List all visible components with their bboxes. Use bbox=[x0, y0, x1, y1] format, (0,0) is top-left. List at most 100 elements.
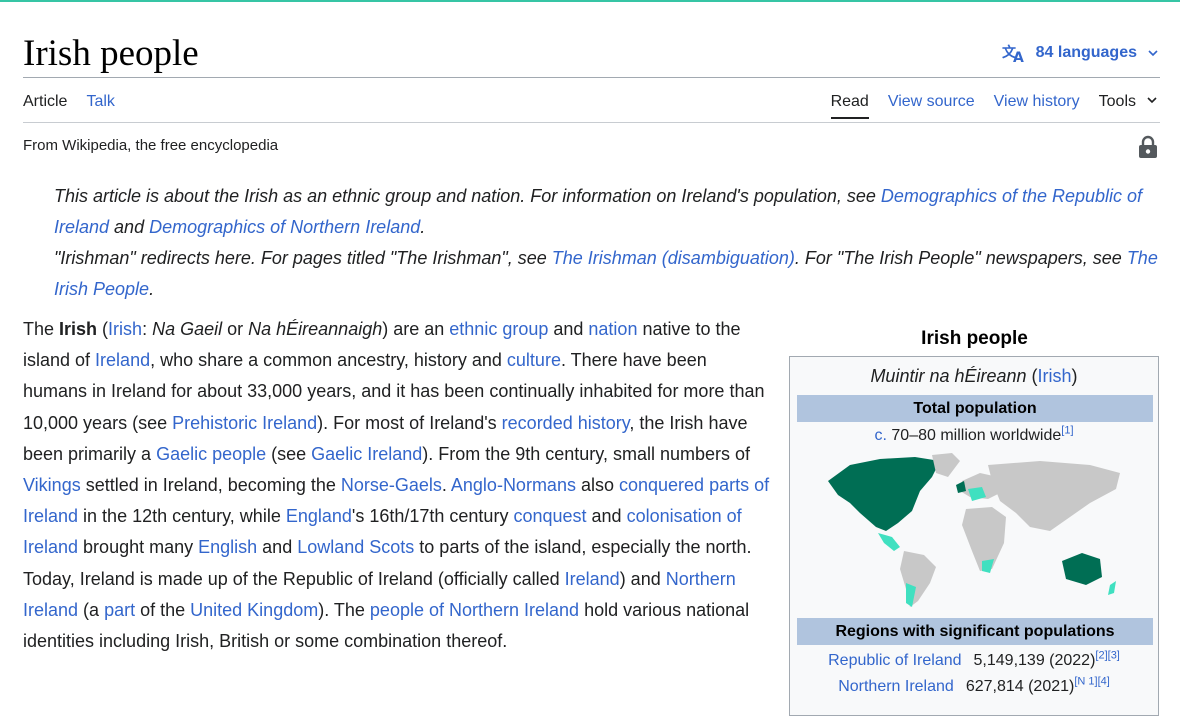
regions-header: Regions with significant populations bbox=[797, 618, 1153, 645]
hatnote-text: . bbox=[149, 279, 155, 299]
link-part[interactable]: part bbox=[104, 600, 135, 620]
svg-text:A: A bbox=[1013, 50, 1024, 63]
link-irish-language[interactable]: Irish bbox=[108, 319, 142, 339]
citation-link[interactable]: [N 1][4] bbox=[1074, 676, 1109, 688]
text: brought many bbox=[78, 537, 199, 558]
population-value: 5,149,139 (2022) bbox=[973, 652, 1096, 669]
text: ( bbox=[1026, 366, 1038, 386]
link-culture[interactable]: culture bbox=[507, 350, 561, 370]
text: . bbox=[441, 475, 451, 496]
link-people-of-ni[interactable]: people of Northern Ireland bbox=[370, 600, 579, 620]
map-region-greenland bbox=[932, 453, 960, 477]
link-prehistoric-ireland[interactable]: Prehistoric Ireland bbox=[172, 413, 317, 433]
text: in the 12th century, while bbox=[78, 506, 286, 527]
citation-link[interactable]: [2][3] bbox=[1095, 650, 1119, 662]
map-region-australia bbox=[1062, 553, 1102, 585]
link-english[interactable]: English bbox=[198, 537, 257, 557]
tab-article[interactable]: Article bbox=[23, 92, 67, 119]
map-region-asia bbox=[988, 461, 1120, 531]
text: ). The bbox=[318, 599, 370, 620]
map-region-central-america bbox=[878, 533, 900, 551]
link-region-republic-of-ireland[interactable]: Republic of Ireland bbox=[828, 652, 961, 670]
chevron-down-icon bbox=[1147, 47, 1159, 59]
hatnote-text: and bbox=[109, 217, 150, 237]
citation-link[interactable]: [1] bbox=[1061, 425, 1073, 437]
link-gaelic-ireland[interactable]: Gaelic Ireland bbox=[311, 444, 422, 464]
text: or bbox=[222, 319, 249, 339]
hatnote-line-2: "Irishman" redirects here. For pages tit… bbox=[54, 243, 1164, 305]
link-recorded-history[interactable]: recorded history bbox=[502, 413, 630, 433]
lock-icon[interactable] bbox=[1138, 135, 1158, 164]
italic-term: Na Gaeil bbox=[152, 319, 223, 339]
text: (see bbox=[266, 443, 312, 464]
tools-label: Tools bbox=[1098, 93, 1136, 110]
hatnote-line-1: This article is about the Irish as an et… bbox=[54, 181, 1164, 243]
link-united-kingdom[interactable]: United Kingdom bbox=[190, 600, 318, 620]
text: ) and bbox=[619, 568, 666, 589]
text: : bbox=[142, 319, 153, 339]
native-name-text: Muintir na hÉireann bbox=[870, 366, 1027, 386]
infobox-title: Irish people bbox=[921, 328, 1028, 349]
text: and bbox=[548, 319, 589, 339]
link-ethnic-group[interactable]: ethnic group bbox=[449, 319, 548, 339]
text: ) are an bbox=[382, 319, 450, 339]
link-ireland[interactable]: Ireland bbox=[95, 350, 150, 370]
lead-paragraph: The Irish (Irish: Na Gaeil or Na hÉirean… bbox=[23, 314, 773, 657]
text: ) bbox=[1071, 366, 1078, 386]
map-region-south-america bbox=[900, 551, 936, 607]
native-name: Muintir na hÉireann (Irish) bbox=[790, 366, 1158, 387]
title-divider bbox=[23, 77, 1160, 78]
link-lowland-scots[interactable]: Lowland Scots bbox=[297, 537, 414, 557]
text: , who share a common ancestry, history a… bbox=[150, 350, 507, 371]
text: and bbox=[586, 506, 627, 527]
text: ). From the 9th century, small numbers o… bbox=[422, 443, 751, 464]
hatnote: This article is about the Irish as an et… bbox=[54, 181, 1164, 305]
bold-term: Irish bbox=[59, 319, 98, 339]
link-region-northern-ireland[interactable]: Northern Ireland bbox=[838, 678, 954, 696]
namespace-tabs: Article Talk bbox=[23, 92, 115, 119]
languages-label: 84 languages bbox=[1035, 44, 1137, 61]
link-england[interactable]: England bbox=[286, 506, 352, 526]
link-nation[interactable]: nation bbox=[588, 319, 637, 339]
region-row: Republic of Ireland 5,149,139 (2022)[2][… bbox=[790, 650, 1158, 670]
tools-menu[interactable]: Tools bbox=[1099, 92, 1158, 119]
link-circa[interactable]: c. bbox=[875, 427, 887, 444]
text: ( bbox=[97, 319, 109, 339]
link-ireland-state[interactable]: Ireland bbox=[565, 569, 620, 589]
map-region-north-america bbox=[828, 457, 940, 531]
link-gaelic-people[interactable]: Gaelic people bbox=[156, 444, 266, 464]
text: settled in Ireland, becoming the bbox=[80, 475, 341, 496]
link-demographics-ni[interactable]: Demographics of Northern Ireland bbox=[149, 217, 420, 237]
hatnote-text: This article is about the Irish as an et… bbox=[54, 186, 881, 206]
tab-view-history[interactable]: View history bbox=[994, 92, 1080, 119]
link-irishman-disambiguation[interactable]: The Irishman (disambiguation) bbox=[552, 248, 795, 268]
total-population-header: Total population bbox=[797, 395, 1153, 422]
tab-talk[interactable]: Talk bbox=[86, 92, 114, 119]
text: and bbox=[257, 537, 298, 558]
italic-term: Na hÉireannaigh bbox=[248, 319, 383, 339]
diaspora-map[interactable] bbox=[820, 451, 1130, 614]
translate-icon: 文 A bbox=[1002, 43, 1026, 63]
tab-read[interactable]: Read bbox=[830, 92, 869, 119]
map-region-new-zealand bbox=[1108, 581, 1116, 595]
link-norse-gaels[interactable]: Norse-Gaels bbox=[341, 475, 442, 495]
text: of the bbox=[135, 599, 191, 620]
text: 's 16th/17th century bbox=[351, 506, 514, 527]
text: also bbox=[575, 475, 619, 496]
link-anglo-normans[interactable]: Anglo-Normans bbox=[451, 475, 576, 495]
top-accent-line bbox=[0, 0, 1180, 2]
region-population: 627,814 (2021)[N 1][4] bbox=[965, 676, 1110, 696]
population-value: 627,814 (2021) bbox=[965, 678, 1075, 695]
site-tagline: From Wikipedia, the free encyclopedia bbox=[23, 137, 279, 154]
tab-view-source[interactable]: View source bbox=[888, 92, 975, 119]
infobox: Muintir na hÉireann (Irish) Total popula… bbox=[789, 356, 1159, 716]
hatnote-text: "Irishman" redirects here. For pages tit… bbox=[54, 248, 552, 268]
chevron-down-icon bbox=[1146, 92, 1158, 112]
total-population-value: c. 70–80 million worldwide[1] bbox=[790, 425, 1158, 445]
link-conquest[interactable]: conquest bbox=[513, 506, 586, 526]
link-vikings[interactable]: Vikings bbox=[23, 475, 81, 495]
population-text: 70–80 million worldwide bbox=[886, 427, 1062, 444]
language-selector[interactable]: 文 A 84 languages bbox=[1002, 43, 1159, 63]
text: ). For most of Ireland's bbox=[317, 412, 502, 433]
link-irish-language[interactable]: Irish bbox=[1038, 366, 1072, 386]
